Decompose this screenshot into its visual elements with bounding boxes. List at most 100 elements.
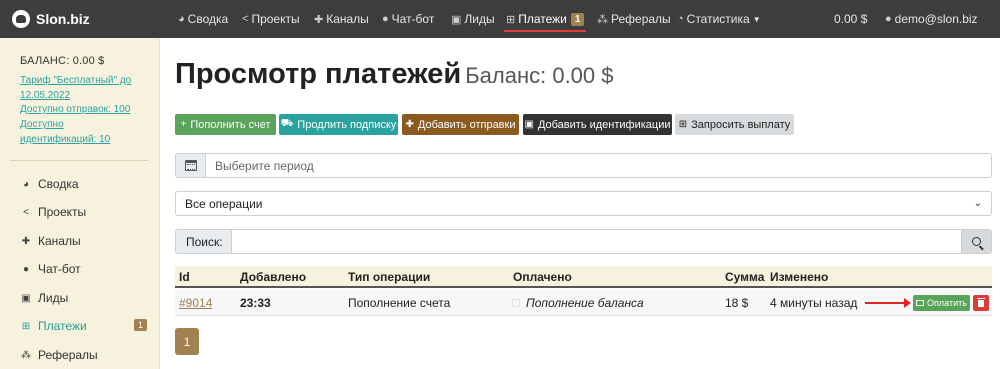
payment-id-link[interactable]: #9014	[179, 296, 212, 310]
sidebar-item-chatbot[interactable]: ● Чат-бот	[20, 259, 150, 279]
period-picker[interactable]: Выберите период	[175, 153, 992, 178]
user-icon: ●	[885, 13, 892, 25]
button-label: Добавить идентификации	[537, 118, 671, 131]
sidebar-balance: БАЛАНС: 0.00 $	[20, 55, 105, 67]
sidebar-item-label: Лиды	[38, 291, 69, 305]
caret-down-icon: ▼	[752, 14, 761, 24]
sidebar-item-label: Платежи	[38, 319, 87, 333]
plus-icon: +	[180, 119, 187, 130]
extend-subscription-button[interactable]: ⛟ Продлить подписку	[279, 114, 398, 135]
delete-button[interactable]	[973, 295, 989, 311]
tariff-line-1: Тариф "Бесплатный" до	[20, 75, 132, 86]
ident-line-1: Доступно	[20, 119, 64, 130]
dashboard-icon: ◕	[178, 13, 185, 25]
network-icon: ⁂	[21, 349, 31, 361]
nav-item-label: Проекты	[251, 12, 300, 26]
nav-item-label: Платежи	[518, 12, 567, 26]
table-header: Id Добавлено Тип операции Оплачено Сумма…	[175, 266, 992, 288]
pay-button[interactable]: Оплатить	[913, 295, 970, 311]
payments-icon: ⊞	[21, 320, 31, 332]
operation-selected-value: Все операции	[185, 196, 263, 211]
nav-balance-value: 0.00 $	[834, 12, 868, 26]
elephant-logo-icon	[12, 10, 30, 28]
cell-type: Пополнение счета	[348, 296, 451, 310]
search-input[interactable]	[232, 230, 961, 253]
brand-name: Slon.biz	[36, 11, 90, 27]
nav-balance[interactable]: 0.00 $	[834, 0, 867, 38]
puzzle-icon: ✚	[314, 13, 324, 26]
pagination-page-1[interactable]: 1	[175, 328, 199, 355]
period-placeholder: Выберите период	[215, 158, 314, 173]
identifications-link[interactable]: Доступно идентификаций: 10	[20, 117, 110, 147]
sidebar: БАЛАНС: 0.00 $ Тариф "Бесплатный" до 12.…	[0, 38, 160, 369]
nav-item-statistics[interactable]: ◔ Статистика ▼	[677, 0, 761, 38]
pie-chart-icon: ◔	[677, 13, 684, 25]
top-navbar: Slon.biz ◕ Сводка < Проекты ✚ Каналы ● Ч…	[0, 0, 1000, 38]
sidebar-item-referrals[interactable]: ⁂ Рефералы	[20, 345, 150, 365]
nav-item-chatbot[interactable]: ● Чат-бот	[382, 0, 434, 38]
nav-item-label: Статистика	[686, 12, 750, 26]
arrow-right-icon	[865, 298, 911, 308]
share-icon: <	[23, 206, 29, 218]
sidebar-item-payments[interactable]: ⊞ Платежи 1	[20, 316, 150, 336]
nav-item-leads[interactable]: ▣ Лиды	[451, 0, 495, 38]
column-header-added[interactable]: Добавлено	[240, 270, 306, 284]
sidebar-item-label: Сводка	[38, 177, 79, 191]
chevron-down-icon: ⌄	[973, 198, 982, 209]
cell-changed: 4 минуты назад	[770, 296, 858, 310]
topup-button[interactable]: + Пополнить счет	[175, 114, 276, 135]
column-header-id[interactable]: Id	[179, 270, 190, 284]
button-label: Оплатить	[927, 298, 967, 308]
search-icon	[972, 237, 981, 246]
ident-line-2: идентификаций: 10	[20, 134, 111, 145]
payments-badge: 1	[570, 12, 585, 26]
user-menu[interactable]: ● demo@slon.biz	[885, 0, 978, 38]
sends-link[interactable]: Доступно отправок: 100	[20, 102, 130, 117]
column-header-type[interactable]: Тип операции	[348, 270, 430, 284]
sidebar-item-channels[interactable]: ✚ Каналы	[20, 231, 150, 251]
nav-item-label: Сводка	[187, 12, 229, 26]
chat-icon: ●	[22, 263, 30, 275]
trash-icon	[977, 297, 985, 307]
period-addon	[176, 154, 206, 177]
page-title: Просмотр платежей Баланс: 0.00 $	[175, 58, 614, 91]
button-label: Запросить выплату	[691, 118, 791, 131]
button-label: Добавить отправки	[417, 118, 516, 131]
sidebar-divider	[10, 160, 149, 161]
search-button[interactable]	[961, 230, 991, 253]
column-header-paid[interactable]: Оплачено	[513, 270, 572, 284]
sidebar-item-leads[interactable]: ▣ Лиды	[20, 288, 150, 308]
sidebar-item-label: Рефералы	[38, 348, 98, 362]
payments-badge: 1	[133, 319, 147, 331]
add-identifications-button[interactable]: ▣ Добавить идентификации	[523, 114, 672, 135]
nav-item-projects[interactable]: < Проекты	[242, 0, 300, 38]
network-icon: ⁂	[597, 13, 608, 26]
column-header-changed[interactable]: Изменено	[770, 270, 828, 284]
contact-card-icon: ▣	[21, 292, 31, 304]
user-email: demo@slon.biz	[894, 12, 978, 26]
page-title-text: Просмотр платежей	[175, 58, 462, 90]
sidebar-item-summary[interactable]: ◕ Сводка	[20, 174, 150, 194]
add-sends-button[interactable]: ✚ Добавить отправки	[402, 114, 519, 135]
puzzle-icon: ✚	[21, 235, 31, 247]
nav-item-payments[interactable]: ⊞ Платежи 1	[503, 0, 587, 38]
nav-item-channels[interactable]: ✚ Каналы	[314, 0, 369, 38]
nav-item-referrals[interactable]: ⁂ Рефералы	[597, 0, 671, 38]
share-icon: <	[242, 13, 249, 25]
dashboard-icon: ◕	[22, 178, 30, 190]
request-payout-button[interactable]: ⊞ Запросить выплату	[675, 114, 794, 135]
paid-checkbox[interactable]	[512, 299, 520, 307]
id-card-icon: ▣	[524, 119, 534, 130]
nav-item-summary[interactable]: ◕ Сводка	[178, 0, 228, 38]
sidebar-item-label: Каналы	[38, 234, 81, 248]
operation-select[interactable]: Все операции ⌄	[175, 191, 992, 216]
button-label: Пополнить счет	[190, 118, 271, 131]
brand-logo-link[interactable]: Slon.biz	[12, 9, 90, 29]
button-label: Продлить подписку	[297, 118, 397, 131]
credit-card-icon	[916, 300, 925, 306]
sidebar-item-projects[interactable]: < Проекты	[20, 202, 150, 222]
payout-icon: ⊞	[678, 119, 688, 130]
tariff-link[interactable]: Тариф "Бесплатный" до 12.05.2022	[20, 73, 131, 103]
page-balance: Баланс: 0.00 $	[465, 63, 614, 88]
column-header-amount[interactable]: Сумма	[725, 270, 764, 284]
